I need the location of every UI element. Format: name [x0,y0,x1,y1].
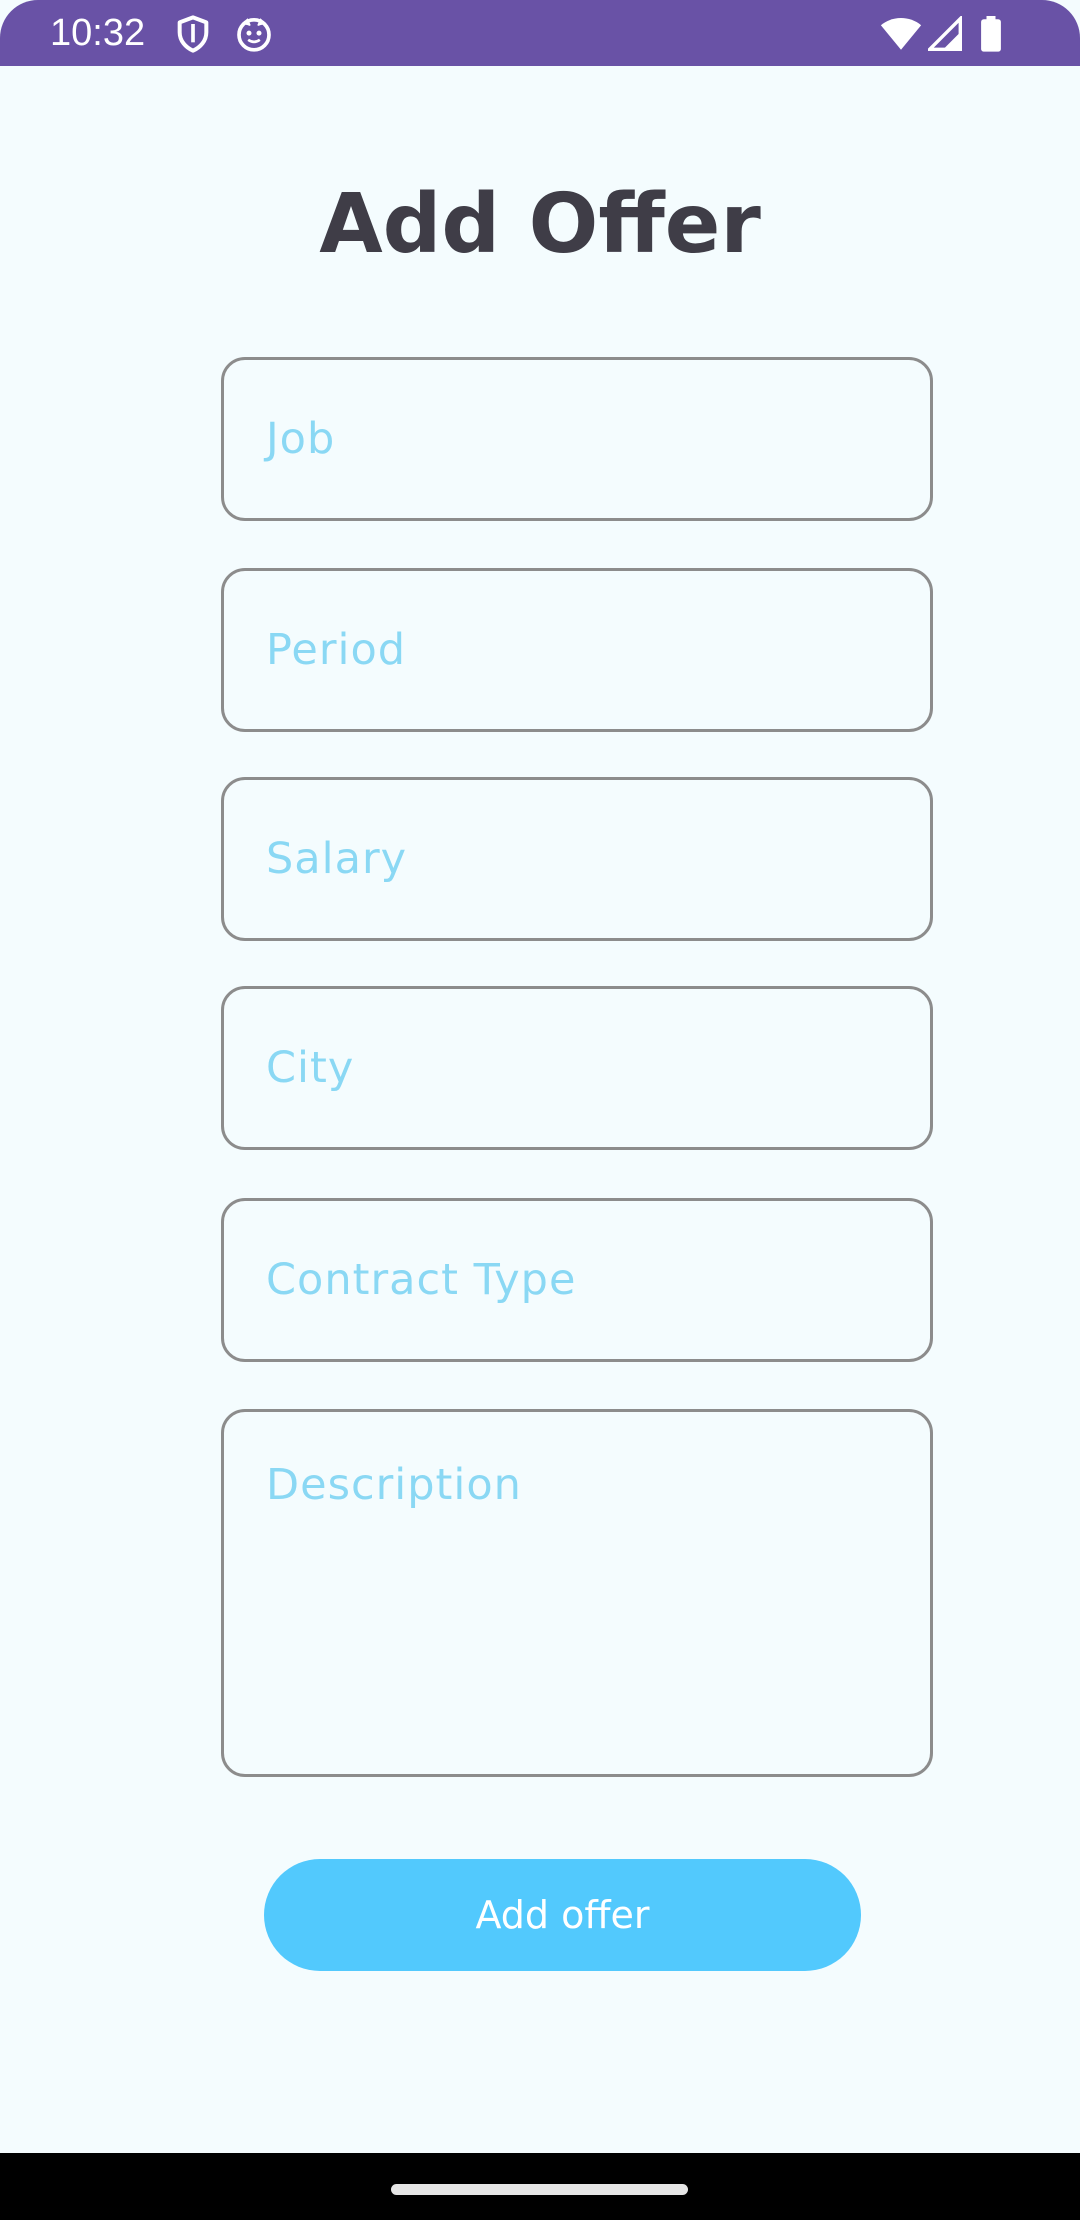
shield-icon [173,14,213,54]
battery-icon [980,16,1002,52]
salary-placeholder: Salary [266,834,408,884]
period-field[interactable]: Period [221,568,933,732]
period-placeholder: Period [266,625,407,675]
cellular-signal-icon [928,16,962,52]
status-time: 10:32 [50,12,146,54]
status-bar: 10:32 [0,0,1080,66]
job-field[interactable]: Job [221,357,933,521]
city-field[interactable]: City [221,986,933,1150]
wifi-icon [880,15,922,53]
add-offer-button[interactable]: Add offer [264,1859,861,1971]
page-title: Add Offer [319,177,761,272]
city-placeholder: City [266,1043,355,1093]
add-offer-screen: 10:32 Add Offer Job Period Salary City C… [0,0,1080,2220]
navigation-bar [0,2153,1080,2220]
cat-face-icon [234,14,274,54]
contract-type-placeholder: Contract Type [266,1255,577,1305]
contract-type-field[interactable]: Contract Type [221,1198,933,1362]
home-gesture-handle[interactable] [391,2184,688,2195]
salary-field[interactable]: Salary [221,777,933,941]
description-field[interactable]: Description [221,1409,933,1777]
description-placeholder: Description [266,1460,522,1510]
job-placeholder: Job [266,414,336,464]
